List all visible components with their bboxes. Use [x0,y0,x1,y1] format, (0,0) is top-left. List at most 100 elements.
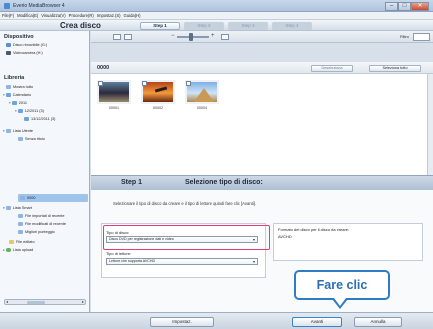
sidebar-item-label: Videocamera (H:) [13,51,43,55]
pyramid-image [194,88,214,102]
sidebar-item-recent-imports[interactable]: File importati di recente [18,214,64,218]
edited-file-icon [9,240,14,244]
library-title: Libreria [4,75,25,81]
next-button[interactable]: Avanti [292,317,342,327]
sidebar-item-edited-files[interactable]: File editato [9,240,35,244]
menu-edit[interactable]: Modifica(E) [17,13,38,18]
minimize-button[interactable]: – [385,1,398,11]
filter-dropdown[interactable] [413,33,430,41]
sidebar-item-day[interactable]: 13/12/2011 (3) [24,117,55,121]
expand-arrow-icon[interactable]: ▾ [9,101,11,105]
format-label: Formato del disco per il disco da creare… [278,227,350,232]
close-button[interactable]: ✕ [411,1,429,11]
menu-settings[interactable]: Impostaz.(S) [97,13,121,18]
grid-view-icon[interactable] [113,34,121,40]
deselect-button[interactable]: Deseleziona [311,64,353,72]
callout-pointer-inner [334,298,346,306]
sidebar-item-label: Lista upload [12,248,34,252]
sidebar-item-label: 12/2011 (3) [24,109,44,113]
scrollbar-thumb[interactable] [27,301,45,304]
checkbox[interactable] [142,81,147,86]
step-2-tab: Step 2 [184,21,224,30]
expand-arrow-icon[interactable]: ▾ [3,93,5,97]
calendar-icon [24,117,29,121]
zoom-in-icon[interactable]: + [211,33,215,39]
expand-arrow-icon[interactable]: ▾ [15,109,17,113]
maximize-button[interactable]: □ [398,1,411,11]
sidebar-item-user-list[interactable]: ▾ Lista Utente [3,129,33,133]
thumbnail-00001[interactable] [97,80,131,104]
sidebar-item-calendar[interactable]: ▾ Calendario [3,93,31,97]
checkbox[interactable] [186,81,191,86]
sidebar-item-label: 13/12/2011 (3) [31,117,56,121]
zoom-out-icon[interactable]: − [171,33,175,39]
disc-type-highlight [103,225,270,250]
sidebar-item-0000[interactable]: 0000 [20,196,35,200]
chevron-down-icon: ▾ [252,259,255,264]
thumbnail-vertical-scrollbar[interactable] [427,74,433,175]
thumbnail-00004[interactable] [185,80,219,104]
photo-library-icon [6,85,11,89]
player-type-value: Lettore che supporta AVCHD [109,259,156,263]
sidebar-item-best-rated[interactable]: Migliori punteggio [18,230,55,234]
scroll-left-icon[interactable]: ◂ [6,300,8,304]
thumbnail-00002[interactable] [141,80,175,104]
thumbnail-label: 00001 [109,106,119,110]
view-toolbar: − + Filtro [91,31,433,43]
sidebar-item-show-all[interactable]: Mostra tutto [6,85,33,89]
smart-list-icon [18,222,23,226]
sidebar-item-label: Migliori punteggio [25,230,55,234]
settings-button[interactable]: Impostaz. [150,317,214,327]
expand-arrow-icon[interactable]: ▸ [3,248,5,252]
sidebar-item-year-2011[interactable]: ▾ 2011 [9,101,27,105]
expand-arrow-icon[interactable]: ▾ [3,206,5,210]
sidebar-item-upload-list[interactable]: ▸ Lista upload [3,248,33,252]
sidebar-item-untitled[interactable]: Senza titolo [18,137,45,141]
user-list-icon [5,129,11,133]
sidebar-item-recent-edits[interactable]: File modificati di recente [18,222,66,226]
sidebar-horizontal-scrollbar[interactable]: ◂ ▸ [4,299,86,305]
sidebar-item-label: Senza titolo [25,137,45,141]
step-4-tab: Step 4 [272,21,312,30]
select-all-button[interactable]: Seleziona tutto [369,64,421,72]
zoom-slider-handle[interactable] [189,33,193,41]
sidebar-item-label: Calendario [12,93,32,97]
zoom-slider[interactable] [177,36,209,38]
menu-view[interactable]: Visualizza(V) [41,13,65,18]
step-1-tab: Step 1 [140,21,180,30]
sidebar-item-removable-disk[interactable]: Disco rimovibile (G:) [6,43,47,47]
sidebar-item-label: File editato [16,240,35,244]
disc-format-box: Formato del disco per il disco da creare… [273,223,423,261]
step-indicator: Step 1 Step 2 Step 3 Step 4 [140,21,316,30]
content-header: 0000 Deseleziona Seleziona tutto [91,62,433,74]
checkbox[interactable] [98,81,103,86]
app-window: Everio MediaBrowser 4 – □ ✕ File(F) Modi… [0,0,433,329]
player-type-select[interactable]: Lettore che supporta AVCHD ▾ [106,258,258,265]
sidebar-item-month[interactable]: ▾ 12/2011 (3) [15,109,44,113]
filter-label: Filtro [400,34,409,39]
window-title: Everio MediaBrowser 4 [13,2,65,9]
scroll-right-icon[interactable]: ▸ [82,300,84,304]
expand-arrow-icon[interactable]: ▾ [3,129,5,133]
sidebar-item-label: Mostra tutto [13,85,34,89]
list-view-icon[interactable] [124,34,132,40]
sidebar-item-smart-list[interactable]: ▾ Lista Smart [3,206,32,210]
sidebar-item-label: Lista Utente [12,129,34,133]
sidebar-item-camcorder[interactable]: Videocamera (H:) [6,51,43,55]
thumbnail-label: 00004 [197,106,207,110]
calendar-icon [11,101,17,105]
airplane-image [154,86,168,93]
menu-help[interactable]: Guida(H) [124,13,141,18]
calendar-icon [17,109,23,113]
menu-file[interactable]: File(F) [2,13,14,18]
format-value: AVCHD [278,234,292,239]
fit-view-icon[interactable] [221,34,229,40]
step-band: Step 1 Selezione tipo di disco: [91,176,433,190]
sidebar-item-label: 2011 [18,101,27,105]
sidebar-item-label: Disco rimovibile (G:) [13,43,48,47]
cancel-button[interactable]: Annulla [354,317,402,327]
step-instruction: Selezionare il tipo di disco da creare e… [113,201,257,206]
window-controls: – □ ✕ [385,1,429,11]
sidebar-item-label: File modificati di recente [25,222,66,226]
menu-procedures[interactable]: Procedure(R) [69,13,94,18]
